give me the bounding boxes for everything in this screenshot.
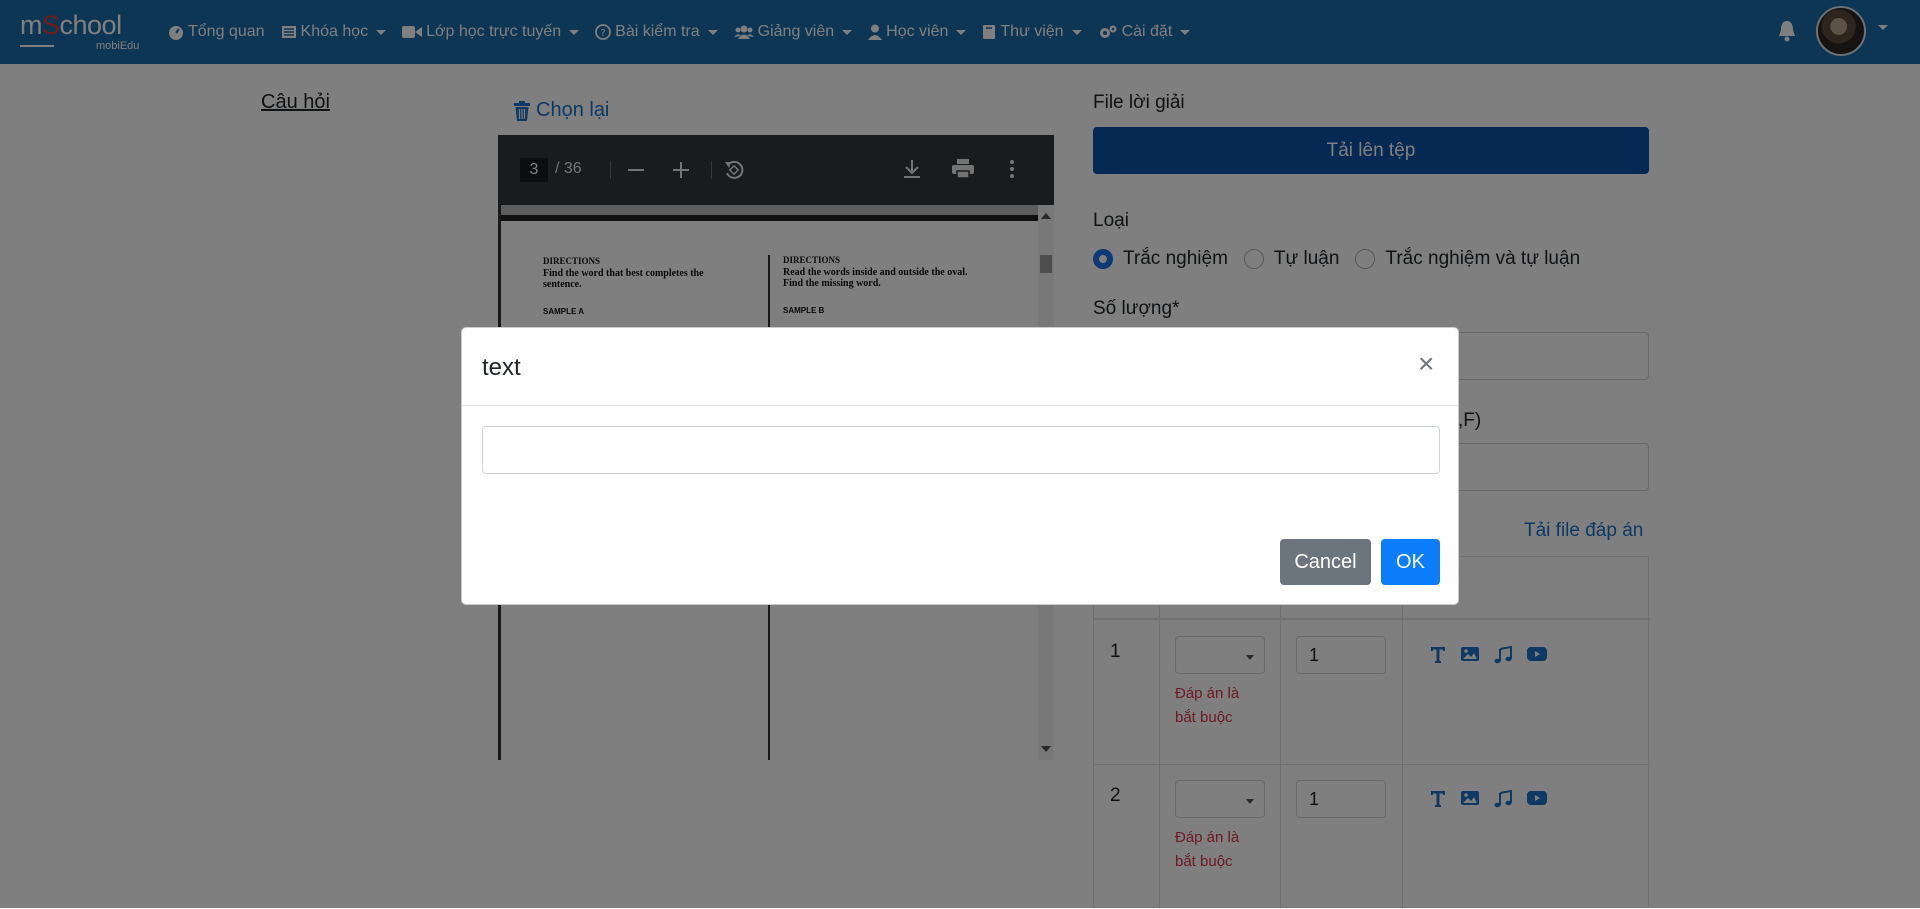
- text-input-modal: text × Cancel OK: [461, 327, 1459, 605]
- modal-title: text: [482, 354, 521, 381]
- ok-button[interactable]: OK: [1381, 539, 1440, 585]
- modal-text-input[interactable]: [482, 426, 1440, 474]
- close-icon[interactable]: ×: [1418, 350, 1434, 378]
- cancel-button[interactable]: Cancel: [1280, 539, 1371, 585]
- modal-header-divider: [462, 405, 1458, 406]
